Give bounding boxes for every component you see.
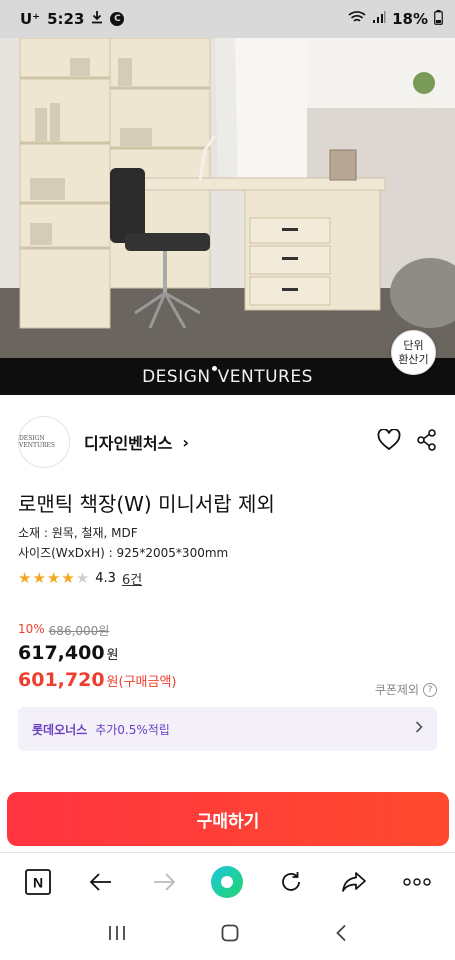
more-icon[interactable] (399, 864, 435, 900)
rating-value: 4.3 (95, 571, 116, 586)
sale-price-value: 617,400 (18, 642, 105, 664)
purchase-price-value: 601,720 (18, 669, 105, 691)
forward-arrow-icon[interactable] (146, 864, 182, 900)
brand-banner: DESIGN VENTURES (0, 358, 455, 395)
star-icon: ★ (61, 569, 75, 587)
brand-text-right: VENTURES (217, 366, 313, 387)
unit-converter-line2: 환산기 (398, 352, 429, 366)
product-image[interactable]: DESIGN VENTURES 단위 환산기 (0, 38, 455, 395)
c-icon: C (110, 12, 125, 26)
product-title: 로맨틱 책장(W) 미니서랍 제외 (18, 492, 275, 516)
brand-dot (211, 366, 217, 371)
home-icon[interactable] (221, 924, 239, 946)
purchase-price-note: (구매금액) (118, 675, 177, 690)
star-icon: ★ (75, 569, 90, 587)
unit-converter-button[interactable]: 단위 환산기 (391, 330, 436, 375)
discount-percent: 10% (18, 622, 45, 636)
coupon-note[interactable]: 쿠폰제외 ? (375, 681, 437, 698)
green-dot-icon[interactable] (209, 864, 245, 900)
seller-name-link[interactable]: 디자인벤처스 (84, 430, 172, 454)
seller-logo-text: DESIGN VENTURES (19, 435, 56, 449)
android-nav-bar (0, 910, 455, 960)
wifi-icon (348, 10, 366, 28)
seller-logo[interactable]: DESIGN VENTURES (18, 416, 70, 468)
signal-icon (372, 10, 386, 28)
sale-price-unit: 원 (106, 648, 119, 663)
battery-icon (434, 9, 443, 29)
carrier-label: U⁺ (20, 10, 41, 28)
back-icon[interactable] (335, 924, 347, 946)
question-icon[interactable]: ? (423, 682, 437, 697)
discount-row: 10% 686,000원 (18, 622, 109, 639)
seller-row: DESIGN VENTURES 디자인벤처스 › (0, 408, 455, 476)
membership-brand: 롯데오너스 (32, 722, 88, 737)
clock: 5:23 (47, 10, 85, 28)
buy-button[interactable]: 구매하기 (7, 792, 449, 846)
product-material: 소재 : 원목, 철재, MDF (18, 526, 138, 540)
naver-n-label: N (33, 874, 43, 890)
status-bar: U⁺ 5:23 C 18% (0, 0, 455, 38)
chevron-right-icon[interactable]: › (182, 433, 189, 452)
heart-icon[interactable] (377, 428, 401, 455)
product-photo (0, 38, 455, 358)
membership-benefit: 추가0.5%적립 (95, 722, 170, 737)
review-count-link[interactable]: 6건 (122, 569, 142, 588)
naver-n-icon[interactable]: N (20, 864, 56, 900)
star-rating: ★ ★ ★ ★ ★ (18, 571, 89, 586)
sale-price: 617,400 원 (18, 642, 119, 664)
purchase-price-unit: 원 (106, 675, 119, 690)
browser-toolbar: N (0, 852, 455, 910)
share-icon[interactable] (336, 864, 372, 900)
star-icon: ★ (32, 569, 46, 587)
original-price: 686,000원 (48, 624, 110, 638)
download-icon (91, 10, 103, 28)
brand-text-left: DESIGN (142, 366, 211, 387)
product-size: 사이즈(WxDxH) : 925*2005*300mm (18, 546, 229, 560)
star-icon: ★ (46, 569, 61, 587)
rating-row: ★ ★ ★ ★ ★ 4.3 6건 (18, 569, 142, 589)
star-icon: ★ (18, 569, 32, 587)
battery-percent: 18% (392, 10, 428, 28)
back-arrow-icon[interactable] (83, 864, 119, 900)
coupon-note-text: 쿠폰제외 (374, 683, 419, 697)
chevron-right-icon (415, 721, 423, 737)
share-node-icon[interactable] (417, 429, 437, 455)
refresh-icon[interactable] (273, 864, 309, 900)
recent-apps-icon[interactable] (108, 925, 126, 945)
membership-banner[interactable]: 롯데오너스 추가0.5%적립 (18, 707, 437, 751)
purchase-price: 601,720 원(구매금액) (18, 669, 177, 691)
unit-converter-line1: 단위 (403, 338, 424, 352)
